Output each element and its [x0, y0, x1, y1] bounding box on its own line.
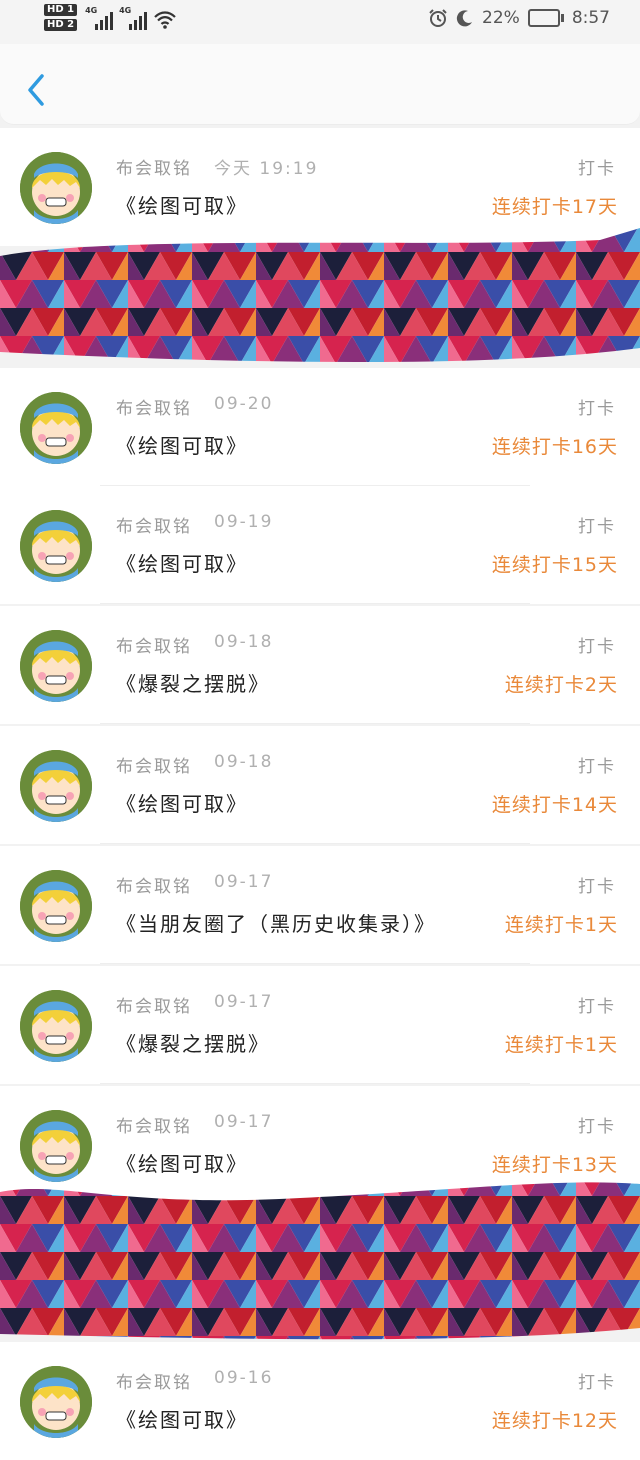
chevron-left-icon: [28, 74, 44, 106]
redaction-scribble: [0, 224, 640, 374]
checkin-type: 打卡: [578, 757, 616, 777]
streak-label: 连续打卡12天: [491, 1410, 618, 1432]
hd1-badge: HD 1: [44, 4, 78, 16]
checkin-type: 打卡: [578, 877, 616, 897]
back-button[interactable]: [20, 70, 50, 110]
avatar[interactable]: [20, 1366, 92, 1438]
list-item[interactable]: 布会取铭 09-16 《绘图可取》 打卡 连续打卡12天: [0, 1342, 640, 1460]
user-name: 布会取铭: [116, 399, 192, 419]
wifi-icon: [154, 11, 176, 29]
book-title: 《爆裂之摆脱》: [116, 672, 270, 696]
post-date: 09-16: [214, 1368, 274, 1388]
user-name: 布会取铭: [116, 757, 192, 777]
list-item[interactable]: 布会取铭 09-20 《绘图可取》 打卡 连续打卡16天: [0, 368, 640, 486]
post-date: 今天 19:19: [214, 159, 319, 179]
post-date: 09-18: [214, 632, 274, 652]
alarm-icon: [429, 9, 447, 27]
post-date: 09-17: [214, 872, 274, 892]
checkin-type: 打卡: [578, 997, 616, 1017]
book-title: 《绘图可取》: [116, 434, 248, 458]
post-date: 09-19: [214, 512, 274, 532]
redaction-scribble: [0, 1168, 640, 1348]
streak-label: 连续打卡17天: [491, 196, 618, 218]
book-title: 《爆裂之摆脱》: [116, 1032, 270, 1056]
signal-icon-2: 4G: [119, 4, 148, 30]
streak-label: 连续打卡16天: [491, 436, 618, 458]
user-name: 布会取铭: [116, 637, 192, 657]
post-date: 09-17: [214, 992, 274, 1012]
user-name: 布会取铭: [116, 997, 192, 1017]
nav-bar: [0, 44, 640, 125]
checkin-type: 打卡: [578, 159, 616, 179]
checkin-type: 打卡: [578, 1117, 616, 1137]
checkin-type: 打卡: [578, 399, 616, 419]
list-item[interactable]: 布会取铭 09-19 《绘图可取》 打卡 连续打卡15天: [0, 486, 640, 604]
streak-label: 连续打卡1天: [504, 1034, 618, 1056]
user-name: 布会取铭: [116, 877, 192, 897]
list-item[interactable]: 布会取铭 09-18 《爆裂之摆脱》 打卡 连续打卡2天: [0, 606, 640, 724]
user-name: 布会取铭: [116, 1373, 192, 1393]
status-bar: HD 1 HD 2 4G 4G 22% 8:57: [0, 0, 640, 44]
hd2-badge: HD 2: [44, 19, 78, 31]
post-date: 09-17: [214, 1112, 274, 1132]
avatar[interactable]: [20, 152, 92, 224]
avatar[interactable]: [20, 750, 92, 822]
book-title: 《绘图可取》: [116, 1408, 248, 1432]
list-item[interactable]: 布会取铭 09-17 《爆裂之摆脱》 打卡 连续打卡1天: [0, 966, 640, 1084]
streak-label: 连续打卡1天: [504, 914, 618, 936]
avatar[interactable]: [20, 990, 92, 1062]
book-title: 《当朋友圈了（黑历史收集录）》: [116, 912, 436, 936]
clock: 8:57: [571, 8, 610, 28]
battery-percent: 22%: [482, 8, 520, 28]
battery-icon: [527, 9, 564, 27]
book-title: 《绘图可取》: [116, 792, 248, 816]
user-name: 布会取铭: [116, 1117, 192, 1137]
avatar[interactable]: [20, 510, 92, 582]
post-date: 09-18: [214, 752, 274, 772]
user-name: 布会取铭: [116, 159, 192, 179]
post-date: 09-20: [214, 394, 274, 414]
streak-label: 连续打卡15天: [491, 554, 618, 576]
moon-icon: [456, 10, 473, 27]
list-item[interactable]: 布会取铭 09-17 《当朋友圈了（黑历史收集录）》 打卡 连续打卡1天: [0, 846, 640, 964]
user-name: 布会取铭: [116, 517, 192, 537]
checkin-type: 打卡: [578, 517, 616, 537]
signal-icon-1: 4G: [85, 4, 114, 30]
book-title: 《绘图可取》: [116, 552, 248, 576]
avatar[interactable]: [20, 870, 92, 942]
book-title: 《绘图可取》: [116, 194, 248, 218]
list-item[interactable]: 布会取铭 09-18 《绘图可取》 打卡 连续打卡14天: [0, 726, 640, 844]
avatar[interactable]: [20, 392, 92, 464]
checkin-type: 打卡: [578, 637, 616, 657]
streak-label: 连续打卡14天: [491, 794, 618, 816]
checkin-type: 打卡: [578, 1373, 616, 1393]
streak-label: 连续打卡2天: [504, 674, 618, 696]
avatar[interactable]: [20, 630, 92, 702]
